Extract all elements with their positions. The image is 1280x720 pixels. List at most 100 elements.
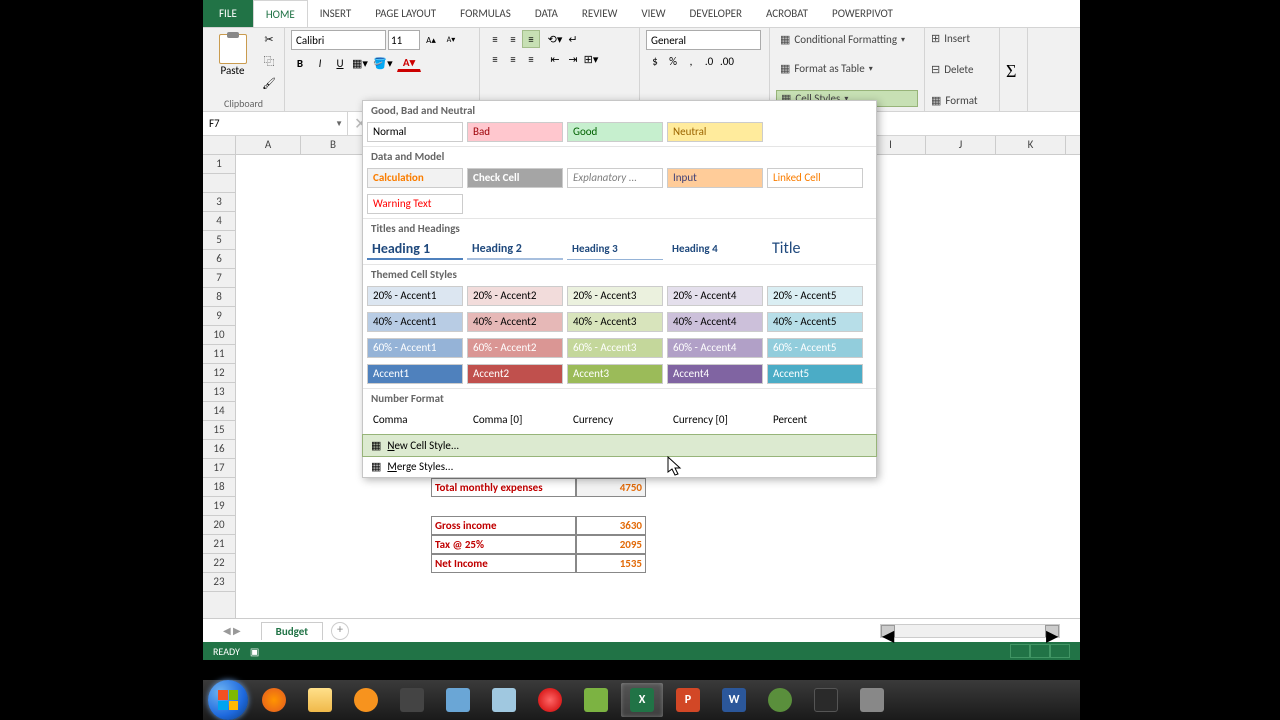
taskbar-app2-icon[interactable] (437, 683, 479, 717)
row-header-13[interactable]: 13 (203, 383, 235, 402)
row-header-16[interactable]: 16 (203, 440, 235, 459)
select-all-corner[interactable] (203, 136, 236, 155)
delete-cells-button[interactable]: ⊟Delete (931, 63, 993, 76)
bold-button[interactable]: B (291, 54, 309, 72)
align-top-icon[interactable]: ≡ (486, 30, 504, 48)
taskbar-app3-icon[interactable] (483, 683, 525, 717)
row-header-10[interactable]: 10 (203, 326, 235, 345)
style-warning-text[interactable]: Warning Text (367, 194, 463, 214)
style-20-accent5[interactable]: 20% - Accent5 (767, 286, 863, 306)
conditional-formatting-button[interactable]: ▦Conditional Formatting▾ (776, 32, 918, 47)
row-header-1[interactable]: 1 (203, 155, 235, 174)
increase-font-icon[interactable]: A▴ (422, 31, 440, 49)
style-good[interactable]: Good (567, 122, 663, 142)
row-header-15[interactable]: 15 (203, 421, 235, 440)
style-40-accent4[interactable]: 40% - Accent4 (667, 312, 763, 332)
cell-net-label[interactable]: Net Income (431, 554, 576, 573)
format-as-table-button[interactable]: ▦Format as Table▾ (776, 61, 918, 76)
style-heading1[interactable]: Heading 1 (367, 240, 463, 260)
style-accent2[interactable]: Accent2 (467, 364, 563, 384)
row-header-4[interactable]: 4 (203, 212, 235, 231)
taskbar-app5-icon[interactable] (575, 683, 617, 717)
tab-insert[interactable]: INSERT (308, 0, 364, 27)
underline-button[interactable]: U (331, 54, 349, 72)
tab-home[interactable]: HOME (253, 0, 308, 27)
style-40-accent3[interactable]: 40% - Accent3 (567, 312, 663, 332)
row-header-22[interactable]: 22 (203, 554, 235, 573)
style-40-accent5[interactable]: 40% - Accent5 (767, 312, 863, 332)
style-linked-cell[interactable]: Linked Cell (767, 168, 863, 188)
row-header-5[interactable]: 5 (203, 231, 235, 250)
col-header-B[interactable]: B (301, 136, 366, 154)
format-cells-button[interactable]: ▦Format (931, 94, 993, 107)
col-header-J[interactable]: J (926, 136, 996, 154)
style-40-accent1[interactable]: 40% - Accent1 (367, 312, 463, 332)
row-header-9[interactable]: 9 (203, 307, 235, 326)
style-heading4[interactable]: Heading 4 (667, 240, 763, 260)
style-60-accent1[interactable]: 60% - Accent1 (367, 338, 463, 358)
style-explanatory[interactable]: Explanatory ... (567, 168, 663, 188)
decrease-decimal-icon[interactable]: .00 (718, 52, 736, 70)
style-input[interactable]: Input (667, 168, 763, 188)
row-header-18[interactable]: 18 (203, 478, 235, 497)
increase-decimal-icon[interactable]: .0 (700, 52, 718, 70)
style-20-accent4[interactable]: 20% - Accent4 (667, 286, 763, 306)
font-color-icon[interactable]: A▾ (397, 54, 421, 72)
align-bottom-icon[interactable]: ≡ (522, 30, 540, 48)
cell-tax-label[interactable]: Tax @ 25% (431, 535, 576, 554)
cell-gross-val[interactable]: 3630 (576, 516, 646, 535)
taskbar-app7-icon[interactable] (851, 683, 893, 717)
style-heading2[interactable]: Heading 2 (467, 240, 563, 260)
taskbar-explorer-icon[interactable] (299, 683, 341, 717)
row-header-19[interactable]: 19 (203, 497, 235, 516)
style-20-accent2[interactable]: 20% - Accent2 (467, 286, 563, 306)
row-header-23[interactable]: 23 (203, 573, 235, 592)
currency-icon[interactable]: $ (646, 52, 664, 70)
row-header-3[interactable]: 3 (203, 193, 235, 212)
style-20-accent3[interactable]: 20% - Accent3 (567, 286, 663, 306)
autosum-icon[interactable]: Σ (1006, 61, 1016, 82)
taskbar-user-icon[interactable] (759, 683, 801, 717)
wrap-text-icon[interactable]: ↵ (564, 30, 582, 48)
cell-tax-val[interactable]: 2095 (576, 535, 646, 554)
style-bad[interactable]: Bad (467, 122, 563, 142)
align-middle-icon[interactable]: ≡ (504, 30, 522, 48)
row-header-8[interactable]: 8 (203, 288, 235, 307)
decrease-indent-icon[interactable]: ⇤ (546, 50, 564, 68)
name-box[interactable]: F7▼ (203, 112, 348, 135)
style-nf-comma-0-[interactable]: Comma [0] (467, 410, 563, 430)
font-name-combo[interactable] (291, 30, 386, 50)
style-title[interactable]: Title (767, 240, 863, 260)
cell-net-val[interactable]: 1535 (576, 554, 646, 573)
row-header-12[interactable]: 12 (203, 364, 235, 383)
cell-total-exp-label[interactable]: Total monthly expenses (431, 478, 576, 497)
style-calculation[interactable]: Calculation (367, 168, 463, 188)
taskbar-app1-icon[interactable] (391, 683, 433, 717)
style-60-accent2[interactable]: 60% - Accent2 (467, 338, 563, 358)
orientation-icon[interactable]: ⟲▾ (546, 30, 564, 48)
tab-acrobat[interactable]: ACROBAT (754, 0, 820, 27)
style-check-cell[interactable]: Check Cell (467, 168, 563, 188)
number-format-combo[interactable] (646, 30, 761, 50)
style-60-accent4[interactable]: 60% - Accent4 (667, 338, 763, 358)
style-accent3[interactable]: Accent3 (567, 364, 663, 384)
start-button[interactable] (207, 683, 249, 717)
format-painter-icon[interactable]: 🖌 (260, 74, 278, 92)
page-break-view-icon[interactable] (1050, 644, 1070, 658)
taskbar-wmp-icon[interactable] (345, 683, 387, 717)
row-header-6[interactable]: 6 (203, 250, 235, 269)
sheet-tab-budget[interactable]: Budget (261, 622, 323, 640)
align-center-icon[interactable]: ≡ (504, 50, 522, 68)
row-header-11[interactable]: 11 (203, 345, 235, 364)
merge-center-icon[interactable]: ⊞▾ (582, 50, 600, 68)
tab-file[interactable]: FILE (203, 0, 253, 27)
page-layout-view-icon[interactable] (1030, 644, 1050, 658)
style-accent4[interactable]: Accent4 (667, 364, 763, 384)
row-header-7[interactable]: 7 (203, 269, 235, 288)
style-40-accent2[interactable]: 40% - Accent2 (467, 312, 563, 332)
tab-data[interactable]: DATA (523, 0, 570, 27)
borders-icon[interactable]: ▦▾ (351, 54, 369, 72)
increase-indent-icon[interactable]: ⇥ (564, 50, 582, 68)
style-accent1[interactable]: Accent1 (367, 364, 463, 384)
row-header-2[interactable] (203, 174, 235, 193)
